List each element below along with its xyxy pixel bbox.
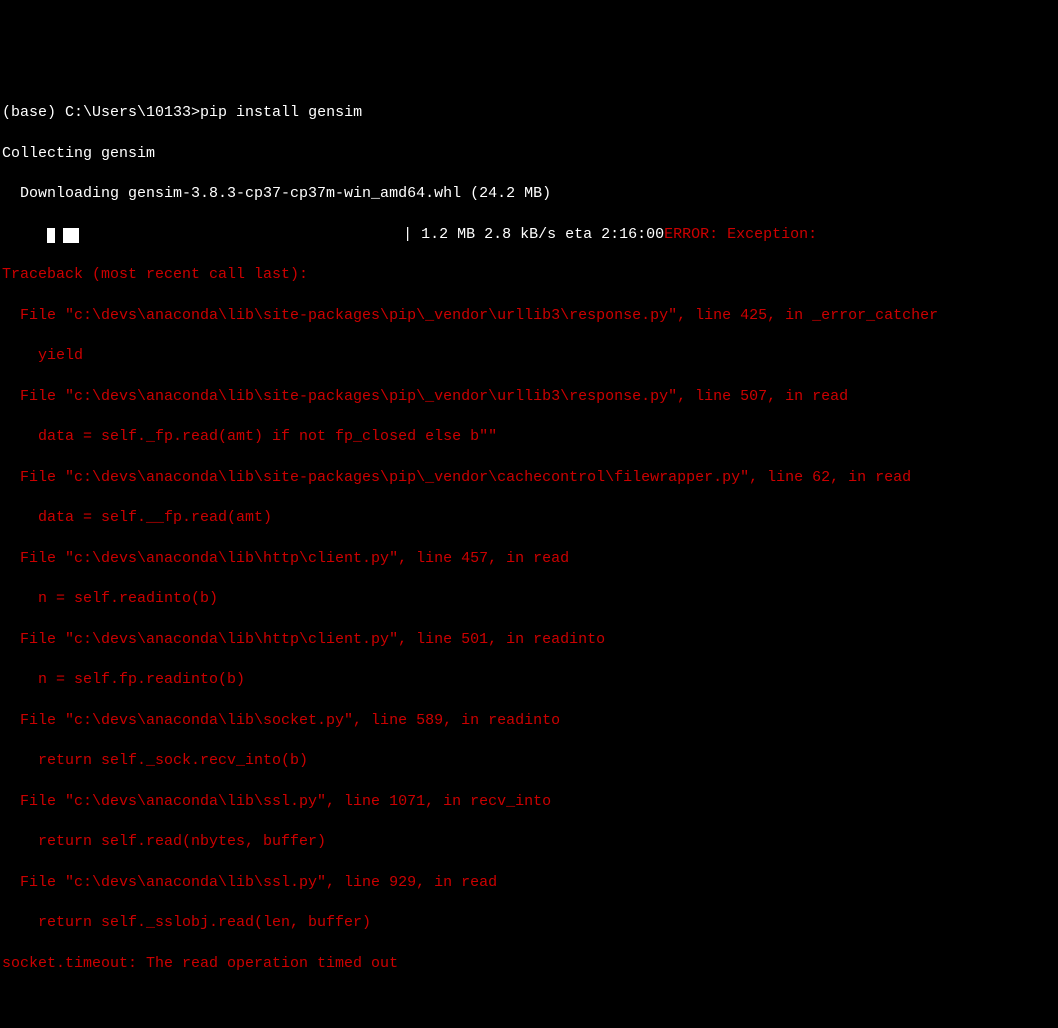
downloading-line: Downloading gensim-3.8.3-cp37-cp37m-win_… <box>2 184 1056 204</box>
traceback-file: File "c:\devs\anaconda\lib\http\client.p… <box>2 630 1056 650</box>
traceback-header: Traceback (most recent call last): <box>2 265 1056 285</box>
traceback-code: return self.read(nbytes, buffer) <box>2 832 1056 852</box>
traceback-file: File "c:\devs\anaconda\lib\socket.py", l… <box>2 711 1056 731</box>
traceback-file: File "c:\devs\anaconda\lib\site-packages… <box>2 468 1056 488</box>
blank-line <box>2 994 1056 1014</box>
traceback-code: data = self._fp.read(amt) if not fp_clos… <box>2 427 1056 447</box>
prompt-line: (base) C:\Users\10133>pip install gensim <box>2 103 1056 123</box>
traceback-file: File "c:\devs\anaconda\lib\http\client.p… <box>2 549 1056 569</box>
traceback-code: return self._sock.recv_into(b) <box>2 751 1056 771</box>
traceback-code: yield <box>2 346 1056 366</box>
traceback-code: data = self.__fp.read(amt) <box>2 508 1056 528</box>
exception-line: socket.timeout: The read operation timed… <box>2 954 1056 974</box>
traceback-code: n = self.readinto(b) <box>2 589 1056 609</box>
progress-line: | 1.2 MB 2.8 kB/s eta 2:16:00ERROR: Exce… <box>2 225 1056 245</box>
traceback-file: File "c:\devs\anaconda\lib\ssl.py", line… <box>2 792 1056 812</box>
terminal-output[interactable]: (base) C:\Users\10133>pip install gensim… <box>2 83 1056 593</box>
progress-middle: | <box>79 226 421 243</box>
traceback-file: File "c:\devs\anaconda\lib\site-packages… <box>2 306 1056 326</box>
progress-block <box>63 228 79 243</box>
collecting-line: Collecting gensim <box>2 144 1056 164</box>
progress-stats: 1.2 MB 2.8 kB/s eta 2:16:00 <box>421 226 664 243</box>
command-text: pip install gensim <box>200 104 362 121</box>
traceback-file: File "c:\devs\anaconda\lib\ssl.py", line… <box>2 873 1056 893</box>
error-label: ERROR: Exception: <box>664 226 817 243</box>
traceback-file: File "c:\devs\anaconda\lib\site-packages… <box>2 387 1056 407</box>
traceback-code: n = self.fp.readinto(b) <box>2 670 1056 690</box>
progress-block <box>47 228 55 243</box>
prompt-prefix: (base) C:\Users\10133> <box>2 104 200 121</box>
traceback-code: return self._sslobj.read(len, buffer) <box>2 913 1056 933</box>
